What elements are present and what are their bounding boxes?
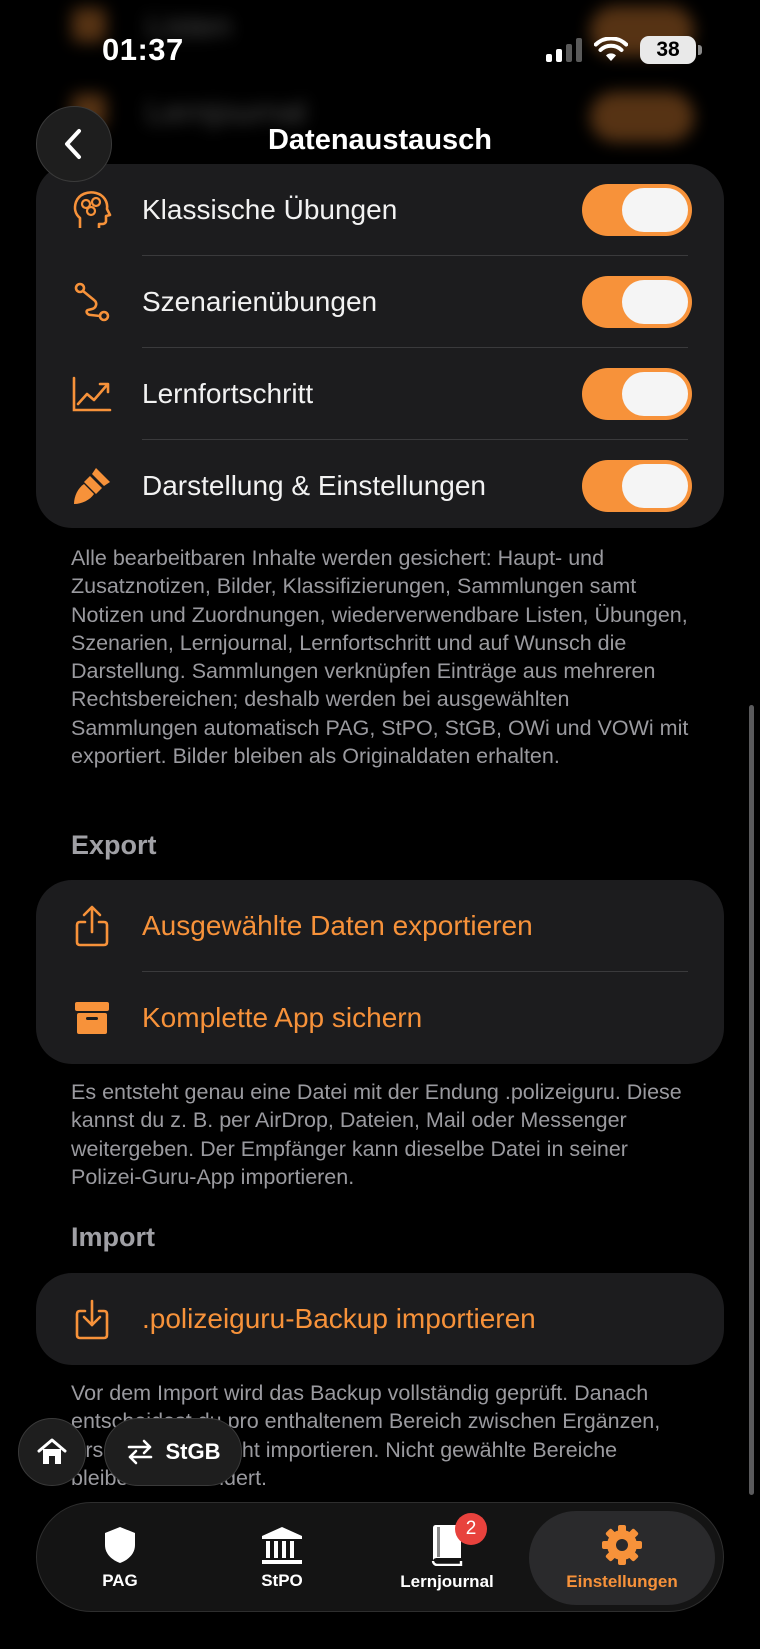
route-icon: [68, 278, 116, 326]
lernfortschritt-toggle[interactable]: [582, 368, 692, 420]
wifi-icon: [594, 37, 628, 61]
backup-app-button[interactable]: Komplette App sichern: [36, 972, 724, 1064]
toggle-row-klassische-uebungen: Klassische Übungen: [36, 164, 724, 256]
backup-app-label: Komplette App sichern: [142, 1002, 423, 1033]
house-icon: [37, 1438, 67, 1464]
share-icon: [68, 902, 116, 950]
tab-label: PAG: [102, 1571, 138, 1590]
arrows-swap-icon: [127, 1439, 152, 1465]
tab-label: Einstellungen: [566, 1572, 678, 1591]
battery-indicator: 38: [640, 36, 702, 64]
scrollbar[interactable]: [749, 705, 754, 1495]
tab-lernjournal[interactable]: Lernjournal 2: [367, 1503, 527, 1613]
tab-pag[interactable]: PAG: [45, 1503, 195, 1613]
status-bar: 01:37 38: [0, 0, 760, 100]
shield-icon: [105, 1527, 135, 1563]
toggle-label: Darstellung & Einstellungen: [142, 470, 486, 501]
export-card: Ausgewählte Daten exportieren Komplette …: [36, 880, 724, 1064]
brain-head-icon: [68, 186, 116, 234]
import-backup-button[interactable]: .polizeiguru-Backup importieren: [36, 1273, 724, 1365]
notification-badge: 2: [455, 1513, 487, 1545]
tab-einstellungen[interactable]: Einstellungen: [529, 1511, 715, 1605]
toggle-label: Szenarienübungen: [142, 286, 378, 317]
backup-description: Alle bearbeitbaren Inhalte werden gesich…: [71, 546, 689, 769]
cellular-signal-icon: [546, 38, 582, 62]
toggle-row-szenarienuebungen: Szenarienübungen: [36, 256, 724, 348]
content-toggle-card: Klassische Übungen Szenarienübungen Lern…: [36, 164, 724, 528]
download-tray-icon: [68, 1295, 116, 1343]
courthouse-icon: [262, 1527, 302, 1564]
tab-bar: PAG StPO Lernjournal 2 Einstellungen: [36, 1502, 724, 1612]
chart-up-icon: [68, 370, 116, 418]
archive-box-icon: [68, 994, 116, 1042]
law-switch-label: StGB: [165, 1439, 221, 1464]
home-button[interactable]: [18, 1418, 86, 1486]
page-title: Datenaustausch: [267, 124, 492, 156]
gear-icon: [602, 1525, 642, 1565]
toggle-row-darstellung: Darstellung & Einstellungen: [36, 440, 724, 532]
toggle-row-lernfortschritt: Lernfortschritt: [36, 348, 724, 440]
tab-label: StPO: [261, 1571, 303, 1590]
klassische-uebungen-toggle[interactable]: [582, 184, 692, 236]
export-section-header: Export: [71, 830, 157, 860]
toggle-label: Klassische Übungen: [142, 194, 398, 225]
tab-label: Lernjournal: [400, 1572, 494, 1591]
export-selected-label: Ausgewählte Daten exportieren: [142, 910, 533, 941]
tab-stpo[interactable]: StPO: [207, 1503, 357, 1613]
darstellung-toggle[interactable]: [582, 460, 692, 512]
law-switch-button[interactable]: StGB: [104, 1418, 242, 1486]
export-selected-button[interactable]: Ausgewählte Daten exportieren: [36, 880, 724, 972]
import-card: .polizeiguru-Backup importieren: [36, 1273, 724, 1365]
paintbrush-icon: [68, 462, 116, 510]
import-backup-label: .polizeiguru-Backup importieren: [142, 1303, 536, 1334]
szenarienuebungen-toggle[interactable]: [582, 276, 692, 328]
toggle-label: Lernfortschritt: [142, 378, 314, 409]
status-time: 01:37: [102, 32, 184, 67]
export-description: Es entsteht genau eine Datei mit der End…: [71, 1080, 682, 1189]
import-section-header: Import: [71, 1222, 155, 1252]
status-icons: 38: [546, 36, 702, 64]
